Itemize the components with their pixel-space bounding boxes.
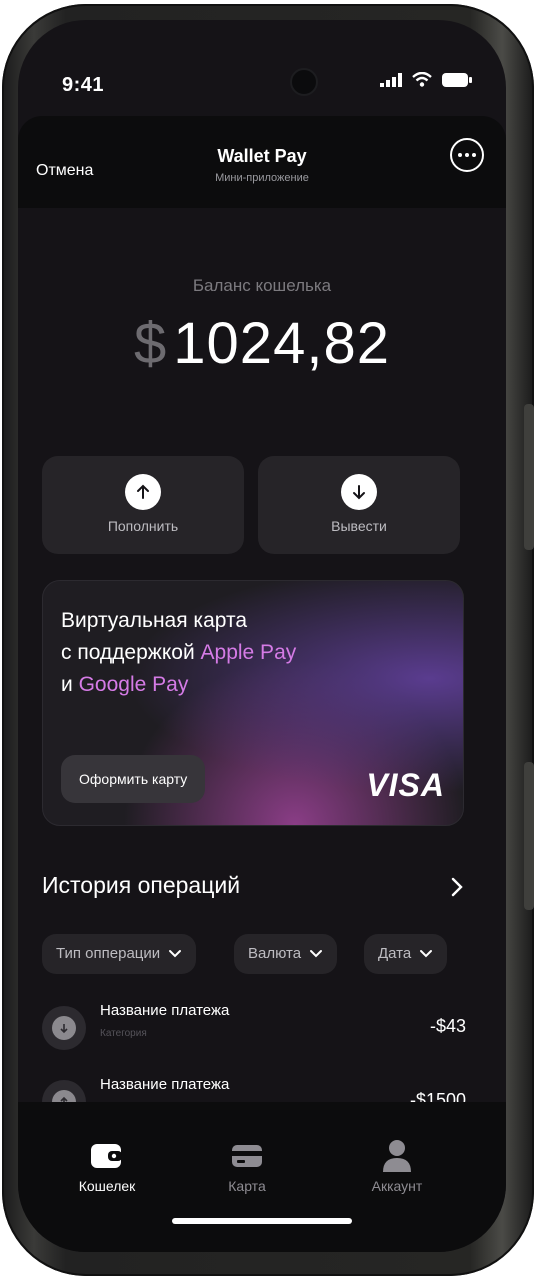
filter-currency[interactable]: Валюта (234, 934, 338, 974)
filter-date[interactable]: Дата (364, 934, 448, 974)
user-icon (342, 1134, 452, 1178)
arrow-down-icon (42, 1006, 86, 1050)
tab-account[interactable]: Аккаунт (342, 1134, 452, 1194)
arrow-up-icon (125, 474, 161, 510)
card-icon (192, 1134, 302, 1178)
screen: 9:41 Отмена Wallet Pay Мини-приложение Б… (18, 20, 506, 1252)
tab-label: Карта (228, 1178, 266, 1194)
tab-label: Аккаунт (371, 1178, 423, 1194)
withdraw-label: Вывести (331, 518, 387, 534)
app-title: Wallet Pay (217, 146, 307, 166)
battery-icon (442, 73, 472, 87)
chevron-right-icon[interactable] (450, 876, 464, 898)
transaction-name: Название платежа (100, 1076, 230, 1093)
signal-icon (380, 73, 402, 87)
tab-label: Кошелек (78, 1178, 136, 1194)
app-subtitle: Мини-приложение (215, 172, 309, 184)
balance-amount: $1024,82 (18, 310, 506, 377)
top-up-button[interactable]: Пополнить (42, 456, 244, 554)
wifi-icon (412, 72, 432, 87)
side-button (524, 762, 534, 910)
more-horizontal-icon (458, 153, 462, 157)
mini-app-header: Отмена Wallet Pay Мини-приложение (18, 116, 506, 208)
status-time: 9:41 (62, 74, 105, 96)
currency-symbol: $ (134, 311, 168, 376)
transaction-name: Название платежа (100, 1002, 230, 1019)
more-options-button[interactable] (450, 138, 484, 172)
order-card-button[interactable]: Оформить карту (61, 755, 206, 803)
tab-wallet[interactable]: Кошелек (52, 1134, 162, 1194)
balance-label: Баланс кошелька (192, 276, 332, 295)
transaction-category: Категория (100, 1028, 147, 1039)
transaction-amount: -$43 (429, 1016, 466, 1036)
chevron-down-icon (420, 950, 433, 958)
front-camera (290, 68, 318, 96)
filter-operation-type[interactable]: Тип опперации (42, 934, 197, 974)
transaction-row[interactable]: Название платежа Категория -$43 (42, 1002, 466, 1052)
history-title: История операций (42, 872, 241, 898)
home-indicator[interactable] (172, 1218, 352, 1224)
tab-bar: Кошелек Карта Аккаунт (18, 1102, 506, 1252)
chevron-down-icon (169, 950, 182, 958)
arrow-down-icon (341, 474, 377, 510)
virtual-card-promo[interactable]: Виртуальная карта с поддержкой Apple Pay… (42, 580, 464, 826)
wallet-icon (52, 1134, 162, 1178)
status-bar: 9:41 (18, 20, 506, 110)
visa-logo: VISA (366, 767, 445, 803)
top-up-label: Пополнить (107, 518, 179, 534)
chevron-down-icon (310, 950, 323, 958)
balance-value: 1024,82 (173, 311, 390, 376)
promo-text: Виртуальная карта с поддержкой Apple Pay… (61, 609, 297, 696)
withdraw-button[interactable]: Вывести (258, 456, 460, 554)
tab-card[interactable]: Карта (192, 1134, 302, 1194)
status-icons (380, 72, 472, 87)
side-button (524, 404, 534, 550)
